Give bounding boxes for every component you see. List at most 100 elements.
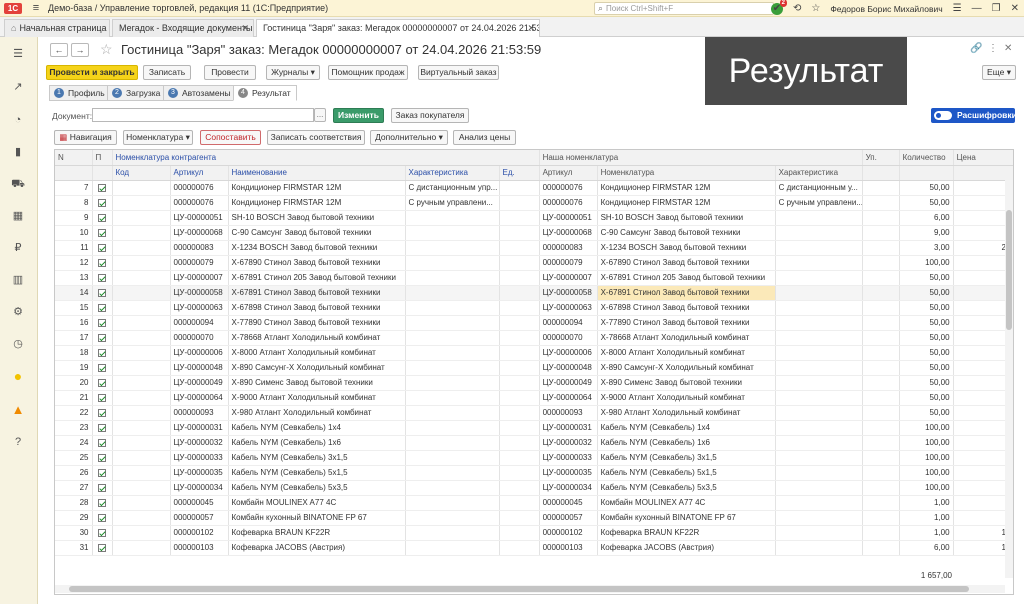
back-button[interactable]: ← xyxy=(50,43,68,57)
our-characteristic-cell[interactable] xyxy=(775,315,863,331)
checkbox[interactable] xyxy=(98,528,106,537)
code-cell[interactable] xyxy=(112,315,171,331)
our-article-cell[interactable]: 000000094 xyxy=(539,315,598,331)
crm-icon[interactable]: ◔ xyxy=(10,112,26,128)
code-cell[interactable] xyxy=(112,465,171,481)
our-article-cell[interactable]: 000000045 xyxy=(539,495,598,511)
name-cell[interactable]: С-90 Самсунг Завод бытовой техники xyxy=(228,225,406,241)
checkbox[interactable] xyxy=(98,363,106,372)
row-checkbox[interactable] xyxy=(92,285,113,301)
name-cell[interactable]: Кабель NYM (Севкабель) 1х4 xyxy=(228,420,406,436)
history-icon[interactable]: ◷ xyxy=(10,336,26,352)
table-row[interactable]: 31 000000103 Кофеварка JACOBS (Австрия) 000… xyxy=(55,540,1013,556)
characteristic-cell[interactable] xyxy=(405,270,500,286)
name-cell[interactable]: Х-78668 Атлант Холодильный комбинат xyxy=(228,330,406,346)
checkbox[interactable] xyxy=(98,393,106,402)
table-row[interactable]: 10 ЦУ-00000068 С-90 Самсунг Завод бытовой … xyxy=(55,225,1013,241)
reports-icon[interactable]: ▥ xyxy=(10,272,26,288)
table-row[interactable]: 18 ЦУ-00000006 Х-8000 Атлант Холодильный к… xyxy=(55,345,1013,361)
tab-megadoc-inbox[interactable]: Мегадок - Входящие документы ✕ xyxy=(112,19,254,37)
unit-cell[interactable] xyxy=(499,210,540,226)
our-characteristic-cell[interactable] xyxy=(775,375,863,391)
our-article-cell[interactable]: 000000083 xyxy=(539,240,598,256)
name-cell[interactable]: Х-9000 Атлант Холодильный комбинат xyxy=(228,390,406,406)
table-row[interactable]: 25 ЦУ-00000033 Кабель NYM (Севкабель) 3х1,… xyxy=(55,450,1013,466)
pack-cell[interactable] xyxy=(862,375,900,391)
code-cell[interactable] xyxy=(112,420,171,436)
pack-cell[interactable] xyxy=(862,390,900,406)
checkbox[interactable] xyxy=(98,213,106,222)
qty-cell[interactable]: 50,00 xyxy=(899,315,954,331)
checkbox[interactable] xyxy=(98,228,106,237)
unit-cell[interactable] xyxy=(499,345,540,361)
name-cell[interactable]: Комбайн кухонный BINATONE FP 67 xyxy=(228,510,406,526)
checkbox[interactable] xyxy=(98,258,106,267)
row-number[interactable]: 31 xyxy=(55,540,93,556)
article-cell[interactable]: ЦУ-00000007 xyxy=(170,270,229,286)
characteristic-cell[interactable] xyxy=(405,435,500,451)
characteristic-cell[interactable] xyxy=(405,315,500,331)
unit-cell[interactable] xyxy=(499,240,540,256)
code-cell[interactable] xyxy=(112,180,171,196)
table-row[interactable]: 22 000000093 Х-980 Атлант Холодильный комб… xyxy=(55,405,1013,421)
characteristic-cell[interactable] xyxy=(405,510,500,526)
pack-cell[interactable] xyxy=(862,405,900,421)
our-article-cell[interactable]: ЦУ-00000006 xyxy=(539,345,598,361)
name-cell[interactable]: Кондиционер FIRMSTAR 12М xyxy=(228,195,406,211)
our-article-cell[interactable]: ЦУ-00000048 xyxy=(539,360,598,376)
qty-cell[interactable]: 6,00 xyxy=(899,210,954,226)
our-characteristic-cell[interactable] xyxy=(775,240,863,256)
article-cell[interactable]: 000000079 xyxy=(170,255,229,271)
qty-cell[interactable]: 6,00 xyxy=(899,540,954,556)
our-characteristic-cell[interactable]: С дистанционным у... xyxy=(775,180,863,196)
our-name-cell[interactable]: Х-67891 Стинол 205 Завод бытовой техники xyxy=(597,270,776,286)
characteristic-cell[interactable] xyxy=(405,285,500,301)
row-number[interactable]: 30 xyxy=(55,525,93,541)
table-row[interactable]: 17 000000070 Х-78668 Атлант Холодильный ко… xyxy=(55,330,1013,346)
row-number[interactable]: 11 xyxy=(55,240,93,256)
article-cell[interactable]: ЦУ-00000006 xyxy=(170,345,229,361)
result-table[interactable]: N П Номенклатура контрагента Наша номенк… xyxy=(54,149,1014,595)
row-number[interactable]: 8 xyxy=(55,195,93,211)
checkbox[interactable] xyxy=(98,378,106,387)
code-cell[interactable] xyxy=(112,450,171,466)
our-name-cell[interactable]: Х-890 Самсунг-Х Холодильный комбинат xyxy=(597,360,776,376)
table-row[interactable]: 9 ЦУ-00000051 SH-10 BOSCH Завод бытовой те… xyxy=(55,210,1013,226)
our-characteristic-cell[interactable] xyxy=(775,330,863,346)
close-tab-icon[interactable]: ✕ xyxy=(527,20,535,36)
favorite-star-icon[interactable]: ☆ xyxy=(100,41,113,58)
article-cell[interactable]: 000000083 xyxy=(170,240,229,256)
our-characteristic-cell[interactable] xyxy=(775,495,863,511)
our-article-cell[interactable]: ЦУ-00000007 xyxy=(539,270,598,286)
checkbox[interactable] xyxy=(98,303,106,312)
our-article-cell[interactable]: ЦУ-00000064 xyxy=(539,390,598,406)
unit-cell[interactable] xyxy=(499,255,540,271)
our-article-cell[interactable]: 000000093 xyxy=(539,405,598,421)
pack-cell[interactable] xyxy=(862,210,900,226)
characteristic-cell[interactable] xyxy=(405,345,500,361)
col-article[interactable]: Артикул xyxy=(170,165,229,181)
unit-cell[interactable] xyxy=(499,270,540,286)
our-article-cell[interactable]: 000000079 xyxy=(539,255,598,271)
name-cell[interactable]: Х-1234 BOSCH Завод бытовой техники xyxy=(228,240,406,256)
col-n[interactable]: N xyxy=(55,150,93,166)
article-cell[interactable]: ЦУ-00000051 xyxy=(170,210,229,226)
pack-cell[interactable] xyxy=(862,285,900,301)
code-cell[interactable] xyxy=(112,495,171,511)
article-cell[interactable]: ЦУ-00000068 xyxy=(170,225,229,241)
col-pack[interactable]: Уп. xyxy=(862,150,900,166)
characteristic-cell[interactable] xyxy=(405,210,500,226)
checkbox[interactable] xyxy=(98,183,106,192)
characteristic-cell[interactable] xyxy=(405,225,500,241)
our-name-cell[interactable]: С-90 Самсунг Завод бытовой техники xyxy=(597,225,776,241)
row-number[interactable]: 13 xyxy=(55,270,93,286)
row-number[interactable]: 24 xyxy=(55,435,93,451)
our-name-cell[interactable]: Кондиционер FIRMSTAR 12М xyxy=(597,180,776,196)
our-characteristic-cell[interactable] xyxy=(775,480,863,496)
warning-icon[interactable]: ▲ xyxy=(10,402,26,418)
row-number[interactable]: 26 xyxy=(55,465,93,481)
our-name-cell[interactable]: Комбайн кухонный BINATONE FP 67 xyxy=(597,510,776,526)
compare-button[interactable]: Сопоставить xyxy=(200,130,261,145)
our-name-cell[interactable]: Х-890 Сименс Завод бытовой техники xyxy=(597,375,776,391)
our-characteristic-cell[interactable] xyxy=(775,510,863,526)
